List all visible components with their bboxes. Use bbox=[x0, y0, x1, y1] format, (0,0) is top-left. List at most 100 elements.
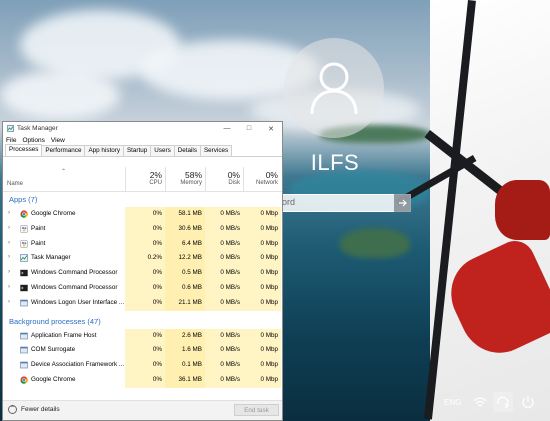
process-mem-value: 1.6 MB bbox=[165, 343, 205, 359]
menu-file[interactable]: File bbox=[6, 137, 16, 144]
chrome-icon bbox=[20, 210, 28, 218]
tab-services[interactable]: Services bbox=[199, 145, 233, 156]
process-net-value: 0 Mbp bbox=[243, 328, 281, 344]
tab-details[interactable]: Details bbox=[173, 145, 201, 156]
task-manager-window: Task Manager — □ ✕ File Options View Pro… bbox=[2, 121, 283, 421]
ease-of-access-button[interactable] bbox=[493, 392, 513, 412]
process-disk-value: 0 MB/s bbox=[205, 236, 243, 252]
expand-chevron-icon[interactable]: › bbox=[8, 299, 10, 305]
process-row[interactable]: › Google Chrome 0% 58.1 MB 0 MB/s 0 Mbp bbox=[3, 207, 282, 222]
person-icon bbox=[310, 62, 358, 115]
maximize-button[interactable]: □ bbox=[238, 125, 260, 132]
process-net-value: 0 Mbp bbox=[243, 236, 281, 252]
process-disk-value: 0 MB/s bbox=[205, 280, 243, 296]
sort-caret-icon: ⌃ bbox=[61, 169, 67, 175]
process-mem-value: 0.6 MB bbox=[165, 280, 205, 296]
expand-chevron-icon[interactable]: › bbox=[8, 284, 10, 290]
taskmgr-icon bbox=[20, 254, 28, 263]
process-cpu-value: 0% bbox=[125, 236, 165, 252]
expand-chevron-icon[interactable]: › bbox=[8, 240, 10, 246]
power-button[interactable] bbox=[518, 392, 538, 412]
expand-chevron-icon[interactable]: › bbox=[8, 254, 10, 260]
footer-bar: ⌃ Fewer details End task bbox=[3, 400, 282, 420]
process-name: Windows Command Processor bbox=[31, 269, 118, 277]
language-indicator[interactable]: ENG bbox=[444, 398, 461, 407]
disk-total: 0% bbox=[227, 170, 240, 180]
process-mem-value: 12.2 MB bbox=[165, 251, 205, 267]
process-cpu-value: 0% bbox=[125, 280, 165, 296]
process-name: Device Association Framework ... bbox=[31, 361, 125, 369]
process-disk-value: 0 MB/s bbox=[205, 266, 243, 281]
fewer-details-link[interactable]: Fewer details bbox=[21, 406, 60, 413]
task-manager-icon bbox=[7, 125, 14, 132]
process-disk-value: 0 MB/s bbox=[205, 251, 243, 267]
process-disk-value: 0 MB/s bbox=[205, 358, 243, 373]
arrow-right-icon bbox=[398, 199, 407, 207]
chrome-icon bbox=[20, 376, 28, 384]
network-button[interactable] bbox=[470, 392, 490, 412]
memory-label: Memory bbox=[180, 180, 202, 186]
process-row[interactable]: › Windows Command Processor 0% 0.5 MB 0 MB/s… bbox=[3, 266, 282, 281]
process-row[interactable]: › Windows Logon User Interface ... 0% 21.1 … bbox=[3, 295, 282, 311]
tab-startup[interactable]: Startup bbox=[122, 145, 152, 156]
username-label: ILFS bbox=[310, 150, 360, 175]
cmd-icon bbox=[20, 284, 28, 292]
process-name: Application Frame Host bbox=[31, 331, 97, 339]
minimize-button[interactable]: — bbox=[216, 125, 238, 132]
process-disk-value: 0 MB/s bbox=[205, 372, 243, 388]
background-group-label: Background processes (47) bbox=[9, 316, 101, 326]
scrollbar[interactable] bbox=[281, 192, 282, 390]
process-mem-value: 30.6 MB bbox=[165, 221, 205, 237]
process-net-value: 0 Mbp bbox=[243, 280, 281, 296]
process-row[interactable]: Device Association Framework ... 0% 0.1 MB… bbox=[3, 358, 282, 373]
collapse-chevron-icon[interactable]: ⌃ bbox=[8, 405, 17, 414]
close-button[interactable]: ✕ bbox=[260, 125, 282, 133]
paint-icon bbox=[20, 225, 28, 233]
process-disk-value: 0 MB/s bbox=[205, 295, 243, 311]
process-row[interactable]: Application Frame Host 0% 2.6 MB 0 MB/s 0 Mb… bbox=[3, 328, 282, 344]
background-group-header[interactable]: Background processes (47) bbox=[3, 314, 282, 329]
process-mem-value: 21.1 MB bbox=[165, 295, 205, 311]
process-name: Google Chrome bbox=[31, 375, 76, 383]
process-net-value: 0 Mbp bbox=[243, 221, 281, 237]
process-mem-value: 6.4 MB bbox=[165, 236, 205, 252]
cpu-label: CPU bbox=[149, 180, 162, 186]
process-net-value: 0 Mbp bbox=[243, 266, 281, 281]
process-row[interactable]: › Paint 0% 6.4 MB 0 MB/s 0 Mbp bbox=[3, 236, 282, 252]
column-cpu[interactable]: 2% CPU bbox=[125, 167, 165, 191]
menu-options[interactable]: Options bbox=[22, 137, 44, 144]
expand-chevron-icon[interactable]: › bbox=[8, 225, 10, 231]
process-name: Paint bbox=[31, 239, 46, 247]
process-cpu-value: 0% bbox=[125, 266, 165, 281]
tab-performance[interactable]: Performance bbox=[41, 145, 86, 156]
menu-view[interactable]: View bbox=[51, 137, 65, 144]
apps-group-header[interactable]: Apps (7) bbox=[3, 192, 282, 207]
expand-chevron-icon[interactable]: › bbox=[8, 210, 10, 216]
process-row[interactable]: Google Chrome 0% 36.1 MB 0 MB/s 0 Mbp bbox=[3, 372, 282, 388]
window-icon bbox=[20, 332, 28, 339]
expand-chevron-icon[interactable]: › bbox=[8, 269, 10, 275]
tab-users[interactable]: Users bbox=[150, 145, 175, 156]
end-task-button[interactable]: End task bbox=[234, 404, 279, 416]
submit-arrow-button[interactable] bbox=[394, 194, 411, 212]
process-row[interactable]: › Windows Command Processor 0% 0.6 MB 0 MB/s… bbox=[3, 280, 282, 296]
column-network[interactable]: 0% Network bbox=[243, 167, 281, 191]
process-cpu-value: 0% bbox=[125, 207, 165, 222]
column-name[interactable]: Name bbox=[7, 181, 23, 187]
process-row[interactable]: › Paint 0% 30.6 MB 0 MB/s 0 Mbp bbox=[3, 221, 282, 237]
tab-processes[interactable]: Processes bbox=[5, 144, 43, 156]
process-net-value: 0 Mbp bbox=[243, 295, 281, 311]
tab-strip: Processes Performance App history Startu… bbox=[3, 144, 282, 157]
process-mem-value: 0.5 MB bbox=[165, 266, 205, 281]
title-bar[interactable]: Task Manager — □ ✕ bbox=[3, 122, 282, 135]
paint-icon bbox=[20, 239, 28, 248]
process-name: COM Surrogate bbox=[31, 346, 76, 354]
process-row[interactable]: COM Surrogate 0% 1.6 MB 0 MB/s 0 Mbp bbox=[3, 343, 282, 359]
column-disk[interactable]: 0% Disk bbox=[205, 167, 243, 191]
tab-app-history[interactable]: App history bbox=[84, 145, 124, 156]
user-avatar bbox=[284, 38, 384, 138]
column-memory[interactable]: 58% Memory bbox=[165, 167, 205, 191]
process-cpu-value: 0.2% bbox=[125, 251, 165, 267]
window-icon bbox=[20, 347, 28, 354]
process-row[interactable]: › Task Manager 0.2% 12.2 MB 0 MB/s 0 Mbp bbox=[3, 251, 282, 267]
